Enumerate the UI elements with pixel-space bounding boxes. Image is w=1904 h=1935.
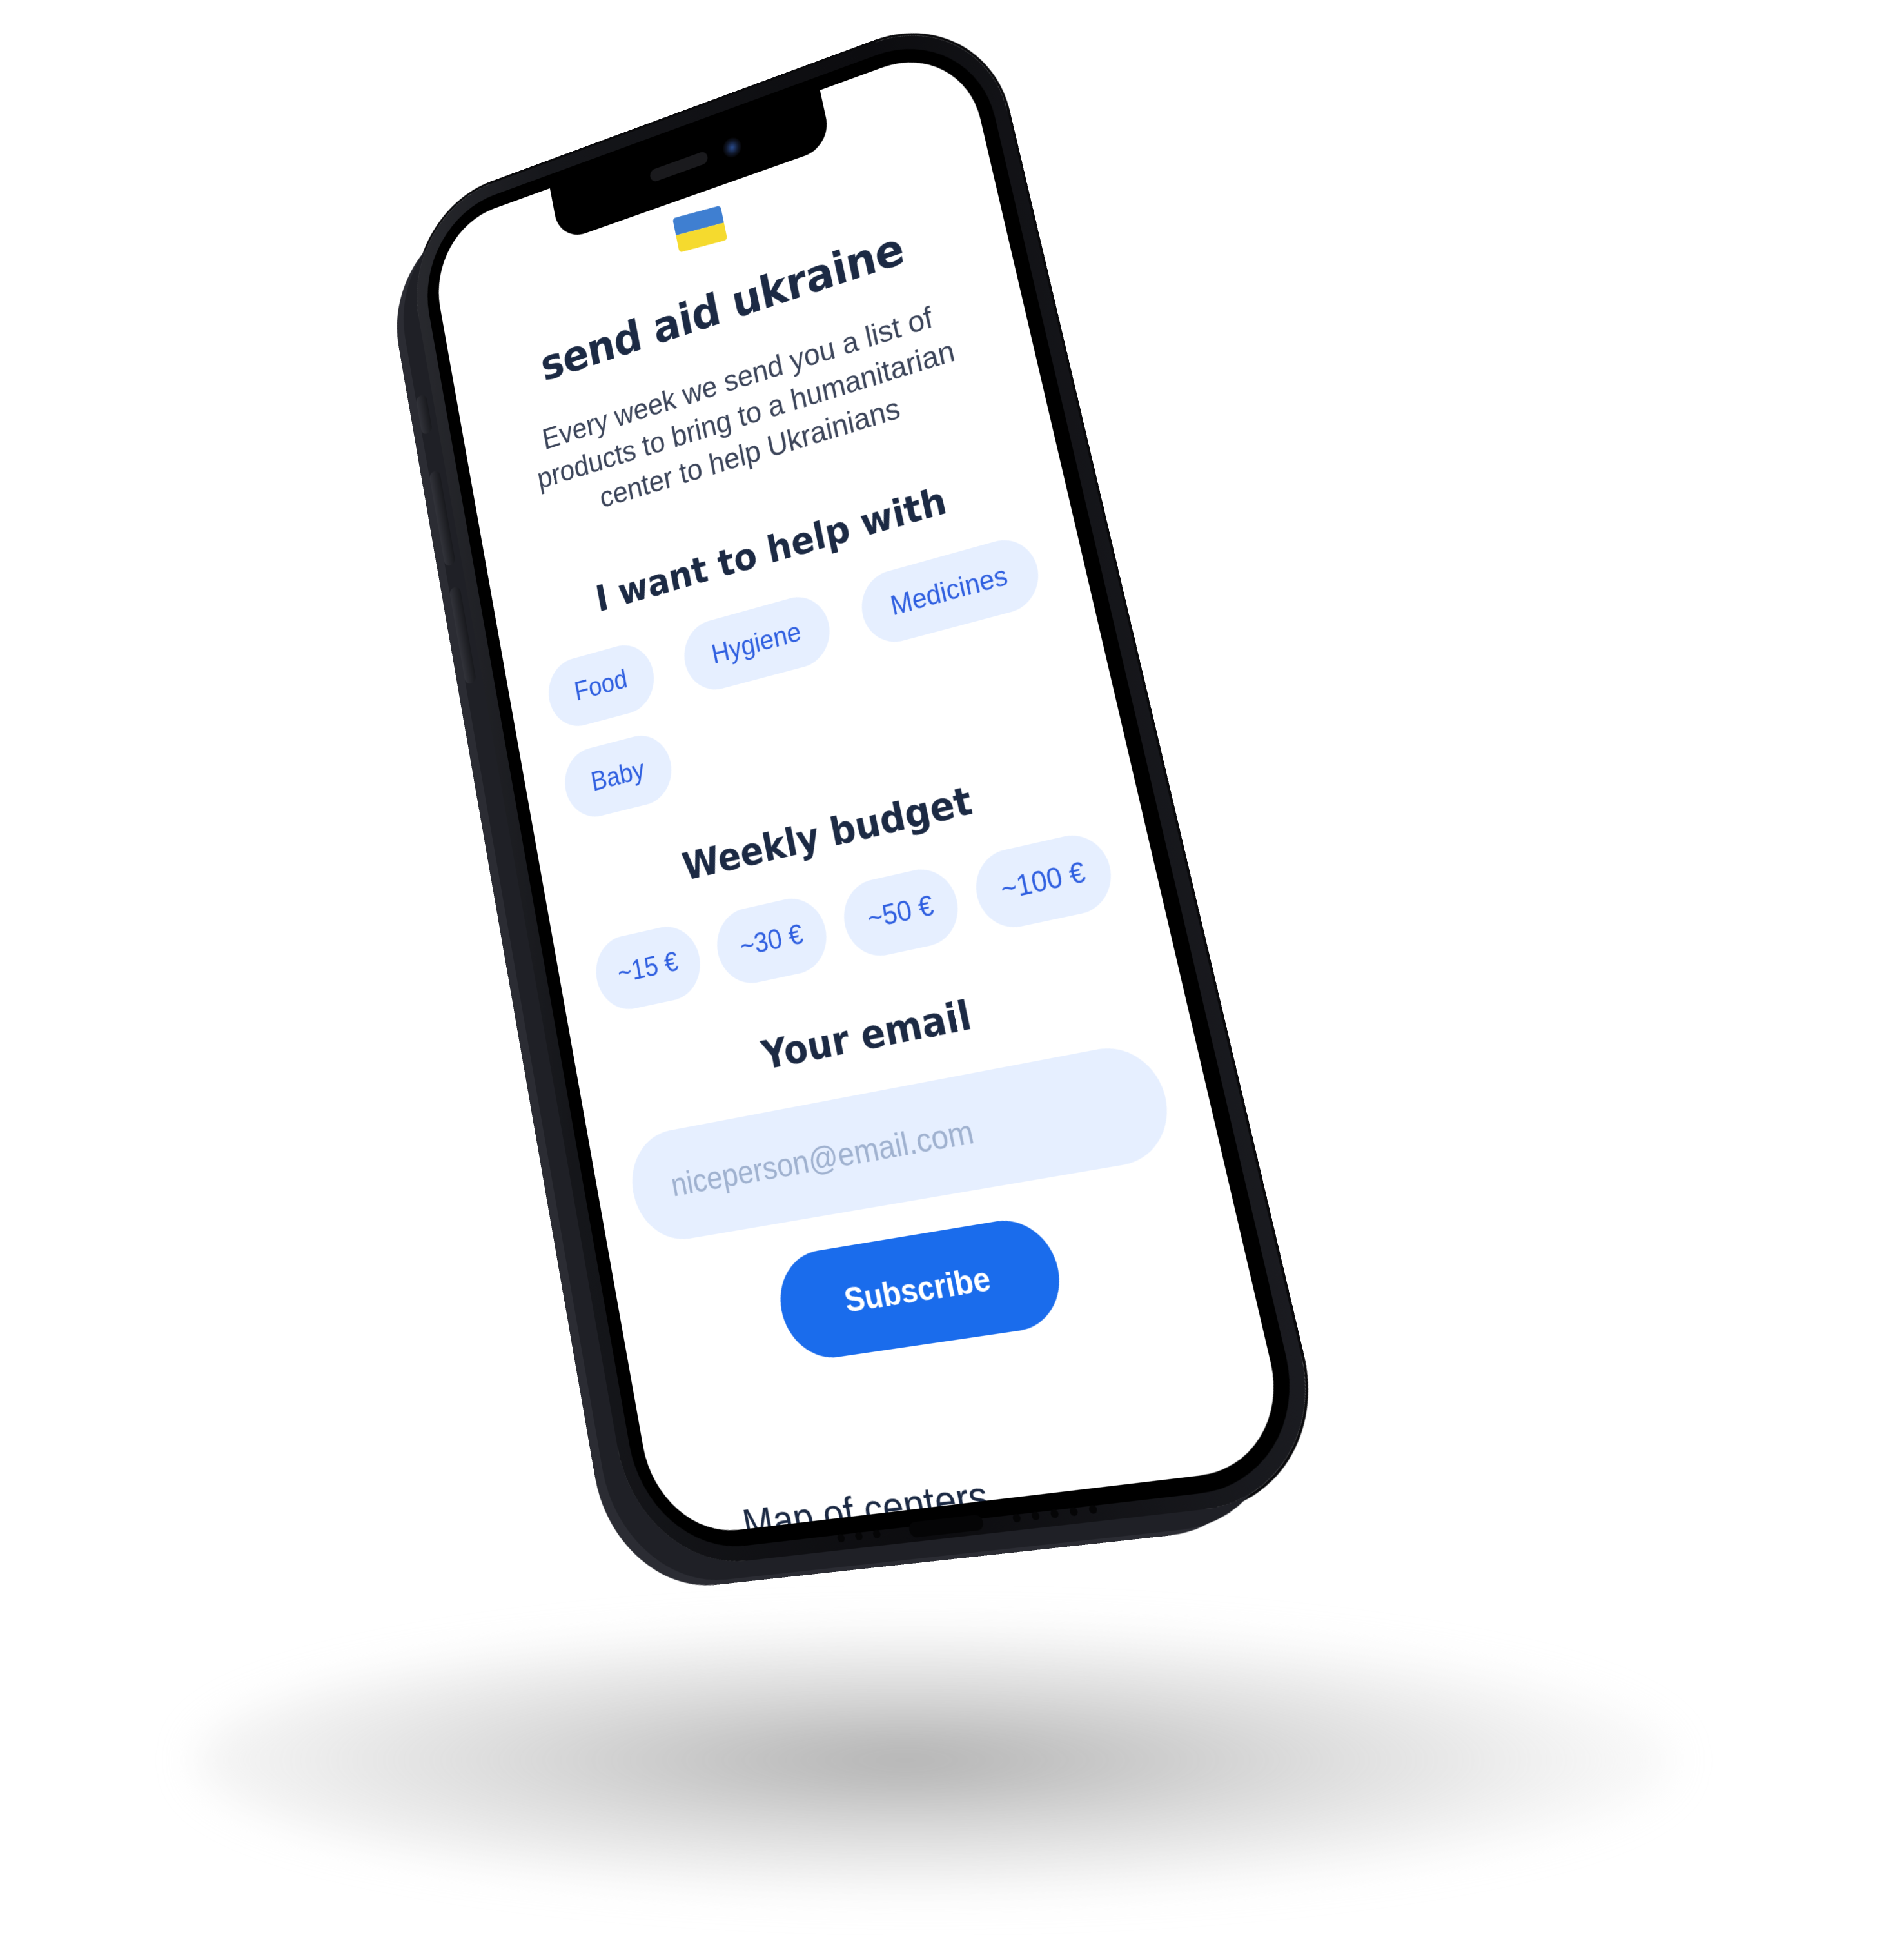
budget-options: ~15 € ~30 € ~50 € ~100 € — [590, 828, 1119, 1016]
speaker-hole — [1050, 1509, 1059, 1519]
speaker-hole — [836, 1533, 846, 1543]
help-option-hygiene[interactable]: Hygiene — [678, 589, 836, 697]
speaker-hole — [1088, 1504, 1098, 1515]
ukraine-flag-icon — [672, 205, 728, 253]
budget-option-30[interactable]: ~30 € — [711, 892, 833, 990]
email-section-title: Your email — [758, 992, 976, 1079]
speaker-hole — [1030, 1511, 1041, 1521]
perspective-wrapper: send aid ukraine Every week we send you … — [0, 0, 1904, 1935]
email-input[interactable] — [623, 1039, 1179, 1247]
budget-option-50[interactable]: ~50 € — [837, 862, 965, 963]
help-option-food[interactable]: Food — [543, 638, 660, 733]
subscribe-button[interactable]: Subscribe — [771, 1213, 1070, 1364]
phone-device: send aid ukraine Every week we send you … — [400, 3, 1335, 1573]
speaker-hole — [1012, 1513, 1022, 1523]
earpiece-speaker — [649, 150, 709, 183]
mockup-stage: send aid ukraine Every week we send you … — [0, 0, 1904, 1935]
budget-option-15[interactable]: ~15 € — [590, 920, 707, 1016]
budget-option-100[interactable]: ~100 € — [968, 828, 1119, 934]
volume-up-button — [429, 469, 456, 567]
volume-down-button — [449, 585, 477, 685]
mute-switch — [415, 393, 433, 435]
help-option-baby[interactable]: Baby — [559, 729, 678, 823]
help-option-medicines[interactable]: Medicines — [855, 532, 1046, 650]
front-camera-icon — [721, 135, 743, 161]
phone-screen: send aid ukraine Every week we send you … — [427, 39, 1295, 1540]
speaker-hole — [854, 1531, 863, 1541]
page-content: send aid ukraine Every week we send you … — [438, 107, 1295, 1539]
speaker-hole — [872, 1529, 881, 1539]
speaker-hole — [1068, 1507, 1079, 1517]
